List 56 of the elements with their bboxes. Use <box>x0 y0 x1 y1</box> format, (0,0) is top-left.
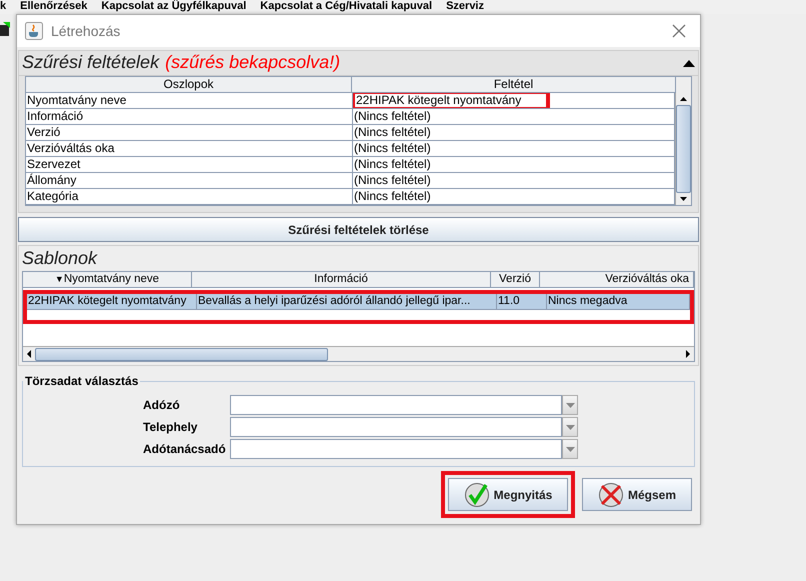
table-cell: Információ <box>26 109 353 125</box>
column-header[interactable]: Információ <box>192 272 491 288</box>
collapse-icon[interactable] <box>683 58 695 66</box>
menu-item[interactable]: k <box>0 0 6 14</box>
table-cell[interactable]: (Nincs feltétel) <box>354 189 435 204</box>
dropdown-arrow-icon[interactable] <box>566 424 574 430</box>
group-title: Törzsadat választás <box>24 374 140 388</box>
combo-box[interactable] <box>230 439 578 459</box>
table-cell: Nyomtatvány neve <box>26 93 353 109</box>
menu-item[interactable]: Ellenőrzések <box>20 0 88 14</box>
java-cup-icon <box>25 22 43 40</box>
table-cell: Verzióváltás oka <box>26 141 353 157</box>
scrollbar-thumb[interactable] <box>676 105 691 193</box>
dropdown-arrow-icon[interactable] <box>566 402 574 408</box>
document-icon[interactable] <box>0 22 10 36</box>
table-cell[interactable]: (Nincs feltétel) <box>354 125 435 140</box>
table-cell: Állomány <box>26 173 353 189</box>
template-row[interactable]: 22HIPAK kötegelt nyomtatvány Bevallás a helyi iparűzési adóról állandó jellegű ipar... 11.0 Nincs megadva <box>27 294 690 310</box>
table-cell[interactable]: (Nincs feltétel) <box>354 109 435 124</box>
window-title: Létrehozás <box>51 23 122 39</box>
filter-status: (szűrés bekapcsolva!) <box>165 52 342 73</box>
cancel-icon <box>598 482 624 508</box>
dialog-button[interactable]: Mégsem <box>582 478 692 511</box>
field-label: Adótanácsadó <box>143 442 227 456</box>
combo-box[interactable] <box>230 417 578 437</box>
column-header[interactable]: Verzióváltás oka <box>540 272 694 288</box>
close-icon[interactable] <box>672 24 686 38</box>
scrollbar-thumb[interactable] <box>35 348 328 361</box>
combo-box[interactable] <box>230 395 578 415</box>
table-cell: 22HIPAK kötegelt nyomtatvány <box>27 294 197 310</box>
table-cell: Kategória <box>26 189 353 205</box>
column-header[interactable]: Verzió <box>491 272 540 288</box>
column-header[interactable]: Feltétel <box>352 77 676 93</box>
table-cell: Nincs megadva <box>547 294 690 310</box>
dropdown-arrow-icon[interactable] <box>566 446 574 452</box>
dialog-button[interactable]: Megnyitás <box>448 478 568 511</box>
clear-filters-button[interactable]: Szűrési feltételek törlése <box>18 217 699 242</box>
table-cell: 11.0 <box>497 294 547 310</box>
table-cell: Bevallás a helyi iparűzési adóról állandó jellegű ipar... <box>197 294 497 310</box>
table-cell[interactable]: (Nincs feltétel) <box>354 173 435 188</box>
table-cell[interactable]: (Nincs feltétel) <box>354 157 435 172</box>
field-label: Telephely <box>143 420 198 434</box>
section-title: Szűrési feltételek <box>22 52 160 73</box>
table-cell: Szervezet <box>26 157 353 173</box>
checkmark-icon <box>464 482 490 508</box>
table-cell[interactable]: 22HIPAK kötegelt nyomtatvány <box>354 93 548 108</box>
column-header[interactable]: Oszlopok <box>26 77 352 93</box>
vertical-scrollbar[interactable] <box>675 93 691 205</box>
field-label: Adózó <box>143 398 181 412</box>
table-cell: Verzió <box>26 125 353 141</box>
section-title: Sablonok <box>22 247 98 270</box>
horizontal-scrollbar[interactable] <box>23 346 694 361</box>
table-cell[interactable]: (Nincs feltétel) <box>354 141 435 156</box>
column-header[interactable]: ▼Nyomtatvány neve <box>23 272 192 288</box>
menu-item[interactable]: Kapcsolat a Cég/Hivatali kapuval <box>260 0 432 14</box>
menu-item[interactable]: Szerviz <box>446 0 484 14</box>
